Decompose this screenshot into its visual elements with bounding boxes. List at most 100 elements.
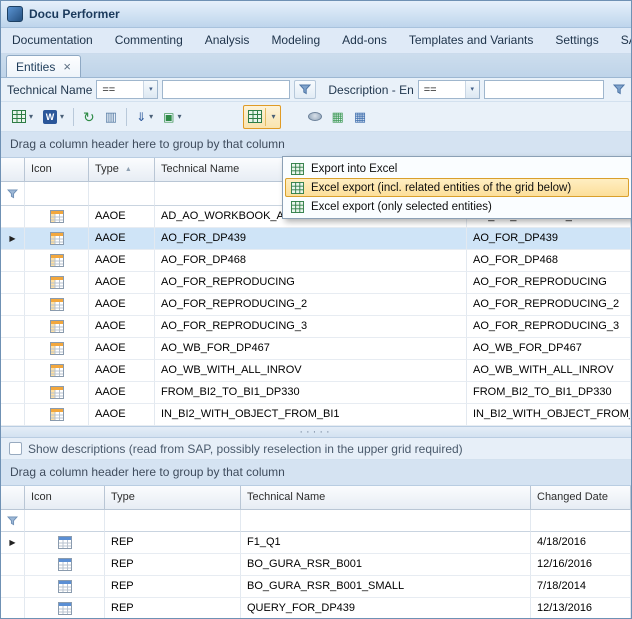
copy-grid-button[interactable]: ▣ ▾ — [158, 105, 186, 129]
chevron-down-icon[interactable]: ▾ — [143, 81, 157, 98]
menu-item[interactable]: Modeling — [260, 28, 331, 53]
filter-cell[interactable] — [241, 510, 531, 532]
excel-export-button[interactable]: ▾ — [7, 105, 38, 129]
workbook-icon — [50, 298, 64, 311]
filter-cell[interactable] — [89, 182, 155, 206]
chevron-down-icon[interactable]: ▾ — [465, 81, 479, 98]
table-row[interactable]: ▶ AAOE AO_FOR_RE — [1, 294, 631, 316]
toolbar-separator — [73, 108, 74, 126]
app-window: Docu Performer DocumentationCommentingAn… — [0, 0, 632, 619]
menu-item[interactable]: SAP I — [610, 28, 631, 53]
menu-item[interactable]: Excel export (only selected entities) — [285, 197, 629, 216]
menu-item[interactable]: Commenting — [104, 28, 194, 53]
table-view-button[interactable]: ▦ — [327, 105, 349, 129]
report-icon — [58, 602, 72, 615]
technical-name-operator-select[interactable]: == ▾ — [96, 80, 158, 99]
split-divider — [265, 108, 266, 126]
upper-grid-rows: ▶ AAOE AD_AO_WOR — [1, 206, 631, 426]
workbook-icon — [50, 232, 64, 245]
filter-options-button[interactable] — [294, 80, 316, 99]
description-operator-select[interactable]: == ▾ — [418, 80, 480, 99]
chevron-down-icon[interactable]: ▾ — [272, 112, 276, 121]
workbook-icon — [50, 276, 64, 289]
funnel-icon — [7, 189, 18, 199]
menu-item[interactable]: Export into Excel — [285, 159, 629, 178]
export-grid-button[interactable]: ⇓ ▾ — [131, 105, 158, 129]
refresh-icon: ↻ — [83, 110, 95, 124]
lower-grid-header: Icon Type Technical Name Changed Date — [1, 486, 631, 510]
table-row[interactable]: ▶ AAOE FROM_BI2_ — [1, 382, 631, 404]
columns-button[interactable]: ▥ — [100, 105, 122, 129]
header-indicator-cell — [1, 158, 25, 182]
word-export-button[interactable]: W ▾ — [38, 105, 69, 129]
header-indicator-cell — [1, 486, 25, 510]
column-header-technical-name[interactable]: Technical Name — [241, 486, 531, 510]
table-detail-button[interactable]: ▦ — [349, 105, 371, 129]
row-filter-button[interactable] — [1, 510, 25, 532]
chevron-down-icon[interactable]: ▾ — [149, 112, 153, 121]
filter-bar: Technical Name == ▾ Description - En == … — [1, 78, 631, 102]
filter-cell[interactable] — [25, 510, 105, 532]
table-row[interactable]: ▶ AAOE AO_WB_WIT — [1, 360, 631, 382]
table-row[interactable]: ▶ AAOE IN_BI2_WI — [1, 404, 631, 426]
menu-item-label: Excel export (incl. related entities of … — [311, 182, 571, 194]
menu-item[interactable]: Add-ons — [331, 28, 398, 53]
table-row[interactable]: ▶ REP BO_GURA_RSR_B001 — [1, 554, 631, 576]
table-row[interactable]: ▶ AAOE AO_FOR_RE — [1, 316, 631, 338]
table-row[interactable]: ▶ AAOE AO_FOR_DP — [1, 228, 631, 250]
show-descriptions-checkbox[interactable] — [9, 442, 22, 455]
column-header-icon[interactable]: Icon — [25, 158, 89, 182]
excel-icon — [248, 110, 262, 123]
workbook-icon — [50, 254, 64, 267]
filter-cell[interactable] — [105, 510, 241, 532]
menu-item[interactable]: Documentation — [1, 28, 104, 53]
workbook-icon — [50, 364, 64, 377]
title-bar[interactable]: Docu Performer — [1, 1, 631, 28]
export-down-icon: ⇓ — [136, 111, 146, 123]
chevron-down-icon[interactable]: ▾ — [29, 112, 33, 121]
refresh-button[interactable]: ↻ — [78, 105, 100, 129]
tab-strip: Entities × — [1, 54, 631, 78]
upper-group-panel[interactable]: Drag a column header here to group by th… — [1, 132, 631, 158]
preview-button[interactable] — [303, 105, 327, 129]
table-row[interactable]: ▶ REP QUERY_FOR_DP439 — [1, 598, 631, 619]
lower-grid-rows: ▶ REP F1_Q1 4/18/2016 — [1, 532, 631, 619]
table-row[interactable]: ▶ AAOE AO_WB_FOR — [1, 338, 631, 360]
table-row[interactable]: ▶ AAOE AO_FOR_DP — [1, 250, 631, 272]
column-header-changed-date[interactable]: Changed Date — [531, 486, 631, 510]
table-row[interactable]: ▶ REP BO_GURA_RSR_B001_SMALL — [1, 576, 631, 598]
menu-item[interactable]: Settings — [544, 28, 609, 53]
menu-item-label: Export into Excel — [311, 163, 397, 175]
report-icon — [58, 580, 72, 593]
funnel-icon — [299, 84, 311, 95]
tab-label: Entities — [16, 60, 55, 74]
column-header-type[interactable]: Type ▲ — [89, 158, 155, 182]
workbook-icon — [50, 320, 64, 333]
eye-icon — [308, 112, 322, 121]
excel-icon — [291, 182, 304, 194]
chevron-down-icon[interactable]: ▾ — [60, 112, 64, 121]
menu-item[interactable]: Excel export (incl. related entities of … — [285, 178, 629, 197]
row-filter-button[interactable] — [1, 182, 25, 206]
description-filter-input[interactable] — [484, 80, 604, 99]
column-header-icon[interactable]: Icon — [25, 486, 105, 510]
filter-cell[interactable] — [25, 182, 89, 206]
funnel-icon — [613, 84, 625, 95]
column-header-type[interactable]: Type — [105, 486, 241, 510]
excel-icon — [12, 110, 26, 123]
table-blue-icon: ▦ — [354, 110, 366, 123]
grid-filter-button[interactable] — [613, 84, 625, 95]
splitter-handle[interactable]: ····· — [1, 426, 631, 438]
tab-entities[interactable]: Entities × — [6, 55, 81, 77]
filter-cell[interactable] — [531, 510, 631, 532]
table-row[interactable]: ▶ REP F1_Q1 4/18/2016 — [1, 532, 631, 554]
excel-export-menu-button[interactable]: ▾ — [243, 105, 281, 129]
table-row[interactable]: ▶ AAOE AO_FOR_RE — [1, 272, 631, 294]
lower-group-panel[interactable]: Drag a column header here to group by th… — [1, 460, 631, 486]
toolbar-separator — [126, 108, 127, 126]
menu-item[interactable]: Analysis — [194, 28, 261, 53]
technical-name-filter-input[interactable] — [162, 80, 290, 99]
menu-item[interactable]: Templates and Variants — [398, 28, 545, 53]
chevron-down-icon[interactable]: ▾ — [177, 112, 181, 121]
tab-close-icon[interactable]: × — [63, 60, 71, 73]
